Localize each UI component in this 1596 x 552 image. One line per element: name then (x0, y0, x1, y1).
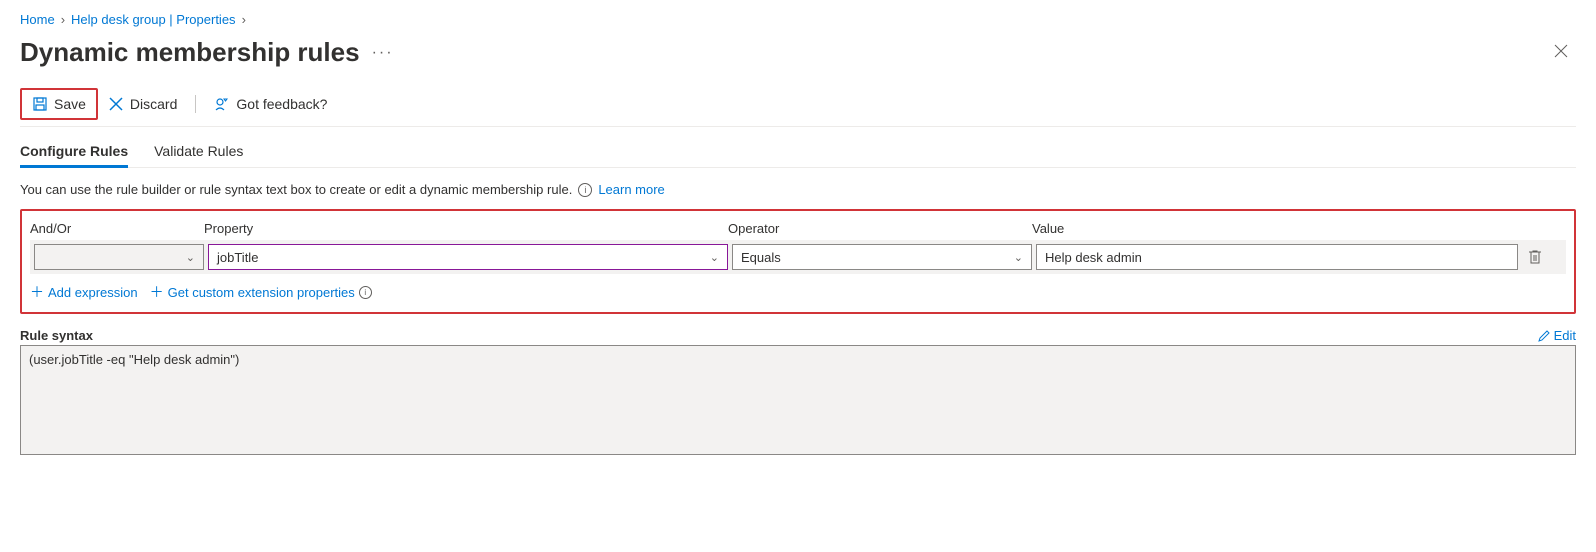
edit-syntax-button[interactable]: Edit (1538, 328, 1576, 343)
plus-icon: ＋ (30, 282, 44, 302)
col-operator: Operator (728, 221, 1028, 236)
value-text: Help desk admin (1045, 250, 1142, 265)
breadcrumb: Home › Help desk group | Properties › (20, 12, 1576, 27)
operator-dropdown[interactable]: Equals ⌄ (732, 244, 1032, 270)
rule-builder: And/Or Property Operator Value ⌄ jobTitl… (20, 209, 1576, 314)
help-text: You can use the rule builder or rule syn… (20, 182, 1576, 197)
tab-configure-rules[interactable]: Configure Rules (20, 139, 128, 167)
rule-headers: And/Or Property Operator Value (30, 221, 1566, 240)
chevron-down-icon: ⌄ (710, 251, 719, 264)
more-actions-icon[interactable]: ··· (372, 44, 394, 62)
rule-syntax-label: Rule syntax (20, 328, 93, 343)
rule-actions-row: ＋ Add expression ＋ Get custom extension … (30, 280, 1566, 304)
add-expression-button[interactable]: ＋ Add expression (30, 280, 138, 304)
close-button[interactable] (1546, 38, 1576, 67)
col-andor: And/Or (30, 221, 200, 236)
chevron-right-icon: › (242, 12, 246, 27)
get-extension-properties-button[interactable]: ＋ Get custom extension properties i (150, 280, 372, 304)
tabs: Configure Rules Validate Rules (20, 139, 1576, 168)
discard-label: Discard (130, 96, 177, 112)
chevron-down-icon: ⌄ (186, 251, 195, 264)
title-row: Dynamic membership rules ··· (20, 37, 1576, 68)
get-ext-label: Get custom extension properties (168, 285, 355, 300)
breadcrumb-group-properties[interactable]: Help desk group | Properties (71, 12, 236, 27)
rule-syntax-textarea[interactable] (20, 345, 1576, 455)
info-icon[interactable]: i (578, 183, 592, 197)
tab-validate-rules[interactable]: Validate Rules (154, 139, 243, 167)
command-bar: Save Discard Got feedback? (20, 88, 1576, 127)
page-title: Dynamic membership rules (20, 37, 360, 68)
learn-more-link[interactable]: Learn more (598, 182, 664, 197)
rule-syntax-header: Rule syntax Edit (20, 328, 1576, 343)
breadcrumb-home[interactable]: Home (20, 12, 55, 27)
info-icon[interactable]: i (359, 286, 372, 299)
property-value: jobTitle (217, 250, 258, 265)
delete-row-button[interactable] (1522, 244, 1548, 270)
trash-icon (1528, 249, 1542, 265)
edit-label: Edit (1554, 328, 1576, 343)
plus-icon: ＋ (150, 282, 164, 302)
help-text-content: You can use the rule builder or rule syn… (20, 182, 572, 197)
operator-value: Equals (741, 250, 781, 265)
save-icon (32, 96, 48, 112)
save-label: Save (54, 96, 86, 112)
close-icon (1554, 44, 1568, 58)
col-property: Property (204, 221, 724, 236)
andor-dropdown[interactable]: ⌄ (34, 244, 204, 270)
value-input[interactable]: Help desk admin (1036, 244, 1518, 270)
col-value: Value (1032, 221, 1522, 236)
feedback-button[interactable]: Got feedback? (204, 90, 337, 118)
toolbar-separator (195, 95, 196, 113)
feedback-icon (214, 96, 230, 112)
chevron-right-icon: › (61, 12, 65, 27)
discard-icon (108, 96, 124, 112)
save-button[interactable]: Save (22, 90, 96, 118)
chevron-down-icon: ⌄ (1014, 251, 1023, 264)
discard-button[interactable]: Discard (98, 90, 187, 118)
rule-row: ⌄ jobTitle ⌄ Equals ⌄ Help desk admin (30, 240, 1566, 274)
property-dropdown[interactable]: jobTitle ⌄ (208, 244, 728, 270)
add-expression-label: Add expression (48, 285, 138, 300)
feedback-label: Got feedback? (236, 96, 327, 112)
pencil-icon (1538, 330, 1550, 342)
